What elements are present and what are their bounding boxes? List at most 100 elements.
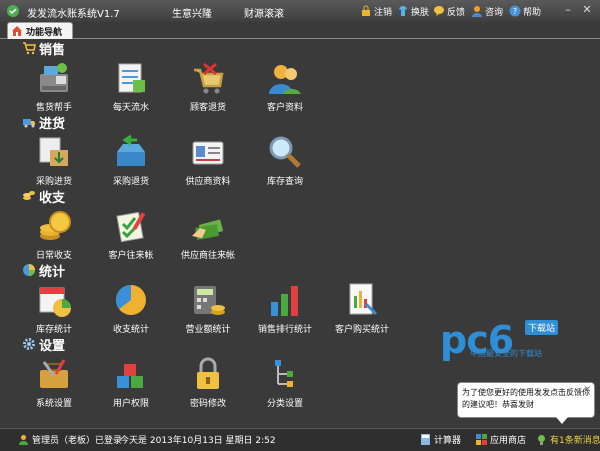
item-customer-return[interactable]: 顾客退货 — [170, 60, 246, 116]
calculator-coins-icon — [194, 286, 225, 315]
item-purchase-return[interactable]: 采购退货 — [93, 134, 169, 190]
calculator-button[interactable]: 计算器 — [420, 433, 461, 446]
calculator-label: 计算器 — [434, 436, 462, 446]
item-inventory-query[interactable]: 库存查询 — [247, 134, 323, 190]
item-user-permissions[interactable]: 用户权限 — [93, 356, 169, 412]
item-label: 库存统计 — [35, 325, 72, 335]
lock-icon — [362, 5, 370, 16]
inbox-return-icon — [117, 134, 145, 166]
item-label: 用户权限 — [112, 399, 149, 409]
item-supplier-info[interactable]: 供应商资料 — [170, 134, 246, 190]
section-finance-title: 收支 — [39, 190, 66, 206]
help-icon: ? — [509, 5, 521, 17]
item-purchase-in[interactable]: 采购进货 — [16, 134, 92, 190]
appstore-button[interactable]: 应用商店 — [476, 433, 526, 446]
item-customer-purchase-stats[interactable]: 客户购买统计 — [324, 282, 400, 338]
home-icon — [12, 26, 22, 36]
item-label: 密码修改 — [189, 399, 226, 409]
item-label: 客户资料 — [266, 103, 303, 113]
cart-return-icon — [194, 62, 224, 94]
logout-label: 注销 — [374, 7, 393, 18]
slogan-right: 财源滚滚 — [244, 9, 284, 20]
id-card-icon — [192, 141, 224, 165]
section-purchase-title: 进货 — [39, 116, 66, 132]
item-inventory-stats[interactable]: 库存统计 — [16, 282, 92, 338]
status-user: 管理员（老板）已登录 — [18, 433, 122, 446]
section-stats-title: 统计 — [39, 264, 66, 280]
section-sales-header: 销售 — [22, 40, 66, 58]
help-menu[interactable]: ? 帮助 — [509, 3, 541, 19]
appstore-label: 应用商店 — [490, 436, 527, 446]
magnifier-icon — [269, 136, 301, 168]
tab-label: 功能导航 — [26, 27, 63, 38]
minimize-button[interactable]: – — [561, 3, 575, 17]
close-button[interactable]: ✕ — [580, 3, 594, 17]
bulb-icon — [538, 435, 545, 445]
item-label: 客户购买统计 — [334, 325, 389, 335]
appstore-icon — [476, 434, 487, 445]
item-turnover-stats[interactable]: 营业额统计 — [170, 282, 246, 338]
item-label: 收支统计 — [112, 325, 149, 335]
calendar-chart-icon — [39, 287, 71, 317]
item-income-expense-stats[interactable]: 收支统计 — [93, 282, 169, 338]
tab-strip — [0, 22, 600, 39]
item-label: 顾客退货 — [189, 103, 226, 113]
feedback-label: 反馈 — [447, 7, 466, 18]
calculator-icon — [421, 434, 430, 445]
status-date-text: 今天是 2013年10月13日 星期日 2:52 — [120, 436, 276, 446]
item-label: 客户往来帐 — [108, 251, 154, 261]
item-label: 售货帮手 — [35, 103, 72, 113]
item-sales-ranking[interactable]: 销售排行统计 — [247, 282, 323, 338]
person-icon — [472, 6, 482, 17]
feedback-tip[interactable]: 为了使您更好的使用发发点击反馈你的建议吧！恭喜发财 ✕ — [457, 382, 595, 418]
tip-close-icon[interactable]: ✕ — [583, 384, 591, 396]
pie-chart-icon — [116, 285, 146, 315]
watermark-badge: 下载站 — [525, 320, 559, 335]
padlock-icon — [197, 357, 219, 389]
item-label: 采购退货 — [112, 177, 149, 187]
bar-chart-icon — [271, 286, 298, 316]
status-date: 今天是 2013年10月13日 星期日 2:52 — [120, 433, 276, 446]
item-label: 每天流水 — [112, 103, 149, 113]
tip-text: 为了使您更好的使用发发点击反馈你的建议吧！恭喜发财 — [462, 388, 590, 409]
purchase-in-icon — [39, 137, 68, 166]
gold-coins-icon — [40, 211, 71, 240]
item-system-settings[interactable]: 系统设置 — [16, 356, 92, 412]
item-label: 日常收支 — [35, 251, 72, 261]
shirt-icon — [399, 6, 407, 16]
stats-icon — [23, 264, 35, 276]
slogan-left: 生意兴隆 — [172, 9, 212, 20]
section-settings-title: 设置 — [39, 338, 66, 354]
skin-menu[interactable]: 换肤 — [397, 3, 429, 19]
item-label: 营业额统计 — [185, 325, 231, 335]
item-label: 分类设置 — [266, 399, 303, 409]
item-password-change[interactable]: 密码修改 — [170, 356, 246, 412]
feedback-menu[interactable]: 反馈 — [433, 3, 465, 19]
item-daily-flow[interactable]: 每天流水 — [93, 60, 169, 116]
status-user-text: 管理员（老板）已登录 — [32, 436, 123, 446]
item-supplier-account[interactable]: 供应商往来帐 — [170, 208, 246, 264]
cart-icon — [23, 42, 36, 55]
item-customer-account[interactable]: 客户往来帐 — [93, 208, 169, 264]
section-sales-title: 销售 — [39, 42, 66, 58]
cash-register-icon — [40, 63, 68, 92]
ledger-icon — [118, 63, 145, 93]
blocks-icon — [117, 364, 143, 388]
item-category-settings[interactable]: 分类设置 — [247, 356, 323, 412]
item-sales-helper[interactable]: 售货帮手 — [16, 60, 92, 116]
section-purchase-header: 进货 — [22, 114, 66, 132]
app-logo-icon — [7, 5, 19, 17]
section-finance-header: 收支 — [22, 188, 66, 206]
report-icon — [349, 283, 378, 316]
item-label: 采购进货 — [35, 177, 72, 187]
messages-label: 有1条新消息 — [550, 436, 600, 446]
logout-menu[interactable]: 注销 — [360, 3, 392, 19]
messages-link[interactable]: 有1条新消息 — [536, 433, 600, 446]
tab-function-nav[interactable]: 功能导航 — [7, 22, 73, 39]
item-customer-info[interactable]: 客户资料 — [247, 60, 323, 116]
app-title: 发发流水账系统V1.7 — [27, 9, 120, 20]
consult-menu[interactable]: 咨询 — [471, 3, 503, 19]
item-daily-income-expense[interactable]: 日常收支 — [16, 208, 92, 264]
help-label: 帮助 — [523, 7, 542, 18]
item-label: 供应商资料 — [185, 177, 231, 187]
